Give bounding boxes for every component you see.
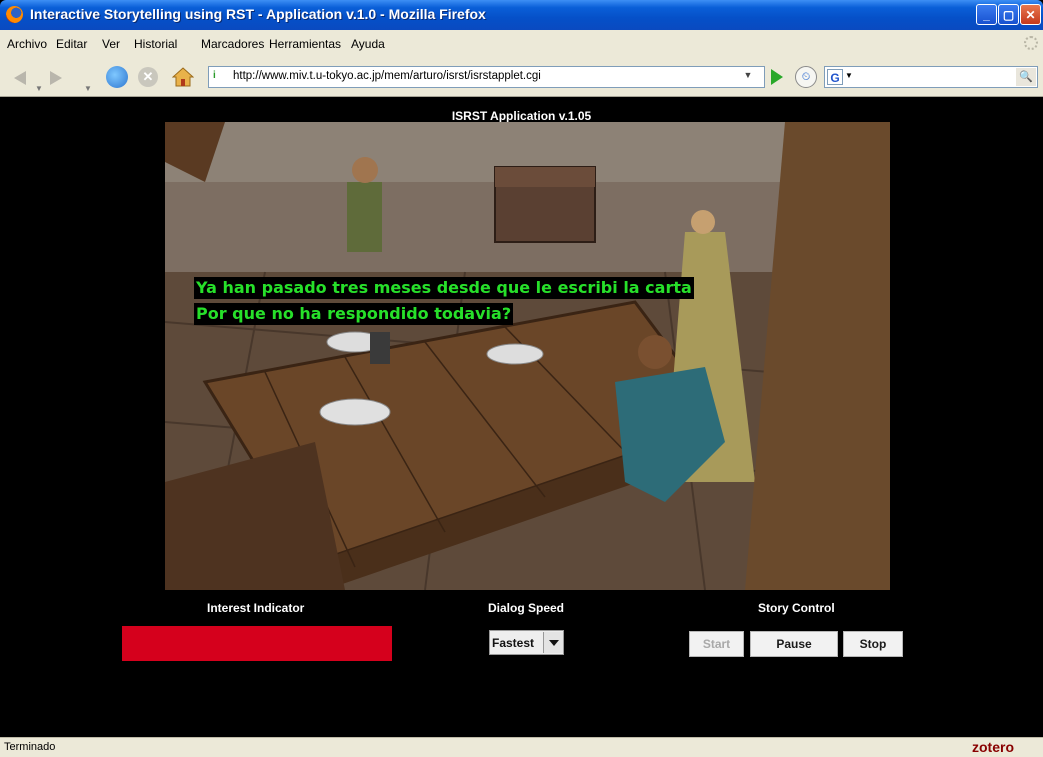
history-button[interactable]: ⏲ xyxy=(795,66,817,88)
story-scene: Ya han pasado tres meses desde que le es… xyxy=(165,122,890,590)
url-dropdown-icon[interactable]: ▼ xyxy=(741,70,755,84)
reload-button[interactable] xyxy=(106,66,128,88)
dialog-speed-select[interactable]: Fastest xyxy=(489,630,564,655)
url-bar[interactable]: i http://www.miv.t.u-tokyo.ac.jp/mem/art… xyxy=(208,66,765,88)
pause-button[interactable]: Pause xyxy=(750,631,838,657)
title-bar: Interactive Storytelling using RST - App… xyxy=(0,0,1043,30)
menu-ver[interactable]: Ver xyxy=(102,37,120,51)
chevron-down-icon[interactable]: ▼ xyxy=(845,71,853,80)
status-text: Terminado xyxy=(4,741,56,753)
page-content: ISRST Application v.1.05 Ya han pasado t… xyxy=(4,97,1039,737)
menu-herramientas[interactable]: Herramientas xyxy=(269,37,341,51)
dialog-speed-label: Dialog Speed xyxy=(488,601,565,615)
menu-historial[interactable]: Historial xyxy=(134,37,177,51)
stop-load-button[interactable]: ✕ xyxy=(138,67,158,87)
story-control-label: Story Control xyxy=(758,601,835,615)
app-title: ISRST Application v.1.05 xyxy=(451,109,592,123)
home-button[interactable] xyxy=(171,66,195,88)
menu-editar[interactable]: Editar xyxy=(56,37,87,51)
menu-archivo[interactable]: Archivo xyxy=(7,37,47,51)
status-bar: Terminado zotero xyxy=(0,737,1043,757)
throbber-icon xyxy=(1024,36,1038,50)
scene-image xyxy=(165,122,890,590)
arrow-right-icon xyxy=(50,71,62,85)
zotero-button[interactable]: zotero xyxy=(972,739,1014,755)
firefox-icon xyxy=(6,6,23,23)
url-text: http://www.miv.t.u-tokyo.ac.jp/mem/artur… xyxy=(233,70,541,82)
search-bar[interactable]: G ▼ 🔍 xyxy=(824,66,1038,88)
go-button[interactable] xyxy=(771,69,783,85)
interest-indicator-label: Interest Indicator xyxy=(207,601,305,615)
chevron-down-icon: ▼ xyxy=(35,84,43,93)
navigation-toolbar: ▼ ▼ ✕ i http://www.miv.t.u-tokyo.ac.jp/m… xyxy=(0,58,1043,97)
start-button[interactable]: Start xyxy=(689,631,744,657)
google-icon[interactable]: G xyxy=(827,69,843,85)
interest-indicator-bar xyxy=(122,626,392,661)
stop-button[interactable]: Stop xyxy=(843,631,903,657)
dialog-line-2: Por que no ha respondido todavia? xyxy=(194,303,514,325)
home-icon xyxy=(171,67,195,87)
close-button[interactable]: ✕ xyxy=(1020,4,1041,25)
chevron-down-icon[interactable] xyxy=(543,632,563,653)
dialog-speed-value: Fastest xyxy=(492,636,535,650)
search-icon[interactable]: 🔍 xyxy=(1016,68,1036,86)
back-button[interactable]: ▼ xyxy=(14,67,43,93)
maximize-button[interactable]: ▢ xyxy=(998,4,1019,25)
menu-ayuda[interactable]: Ayuda xyxy=(351,37,385,51)
minimize-button[interactable]: _ xyxy=(976,4,997,25)
menu-bar: Archivo Editar Ver Historial Marcadores … xyxy=(0,30,1043,59)
window-title: Interactive Storytelling using RST - App… xyxy=(30,6,486,22)
site-favicon-icon: i xyxy=(213,70,216,81)
dialog-line-1: Ya han pasado tres meses desde que le es… xyxy=(194,277,694,299)
forward-button[interactable]: ▼ xyxy=(50,67,92,93)
chevron-down-icon: ▼ xyxy=(84,84,92,93)
arrow-left-icon xyxy=(14,71,26,85)
menu-marcadores[interactable]: Marcadores xyxy=(201,37,264,51)
